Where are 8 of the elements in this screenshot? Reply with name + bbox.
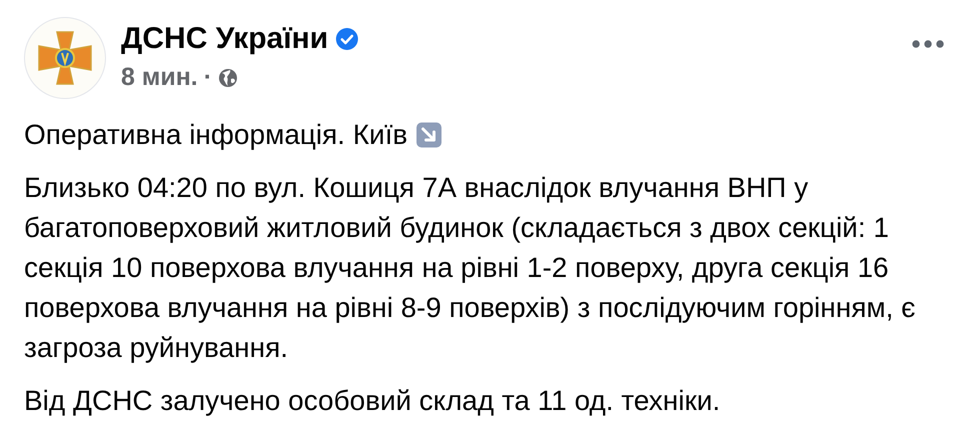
- post-paragraph: Оперативна інформація. Київ: [24, 118, 408, 152]
- post-paragraph: Від ДСНС залучено особовий склад та 11 од. техніки.: [24, 384, 722, 418]
- globe-icon[interactable]: [218, 68, 238, 88]
- more-options-icon[interactable]: [912, 40, 944, 48]
- post-paragraph: Близько 04:20 по вул. Кошиця 7А внаслідок влучання ВНП у багатоповерховий житловий будинок (складається з двох секцій: 1 секція 10 поверхова влучання на рівні 1-2 поверху, друга секція 16 поверхова влучання на рівні 8-9 поверхів) з послідуючим горінням, є загроза руйнування.: [24, 171, 916, 365]
- page-name[interactable]: ДСНС України: [121, 21, 328, 57]
- post-time[interactable]: 8 мин.: [121, 59, 198, 96]
- separator: ·: [204, 62, 212, 93]
